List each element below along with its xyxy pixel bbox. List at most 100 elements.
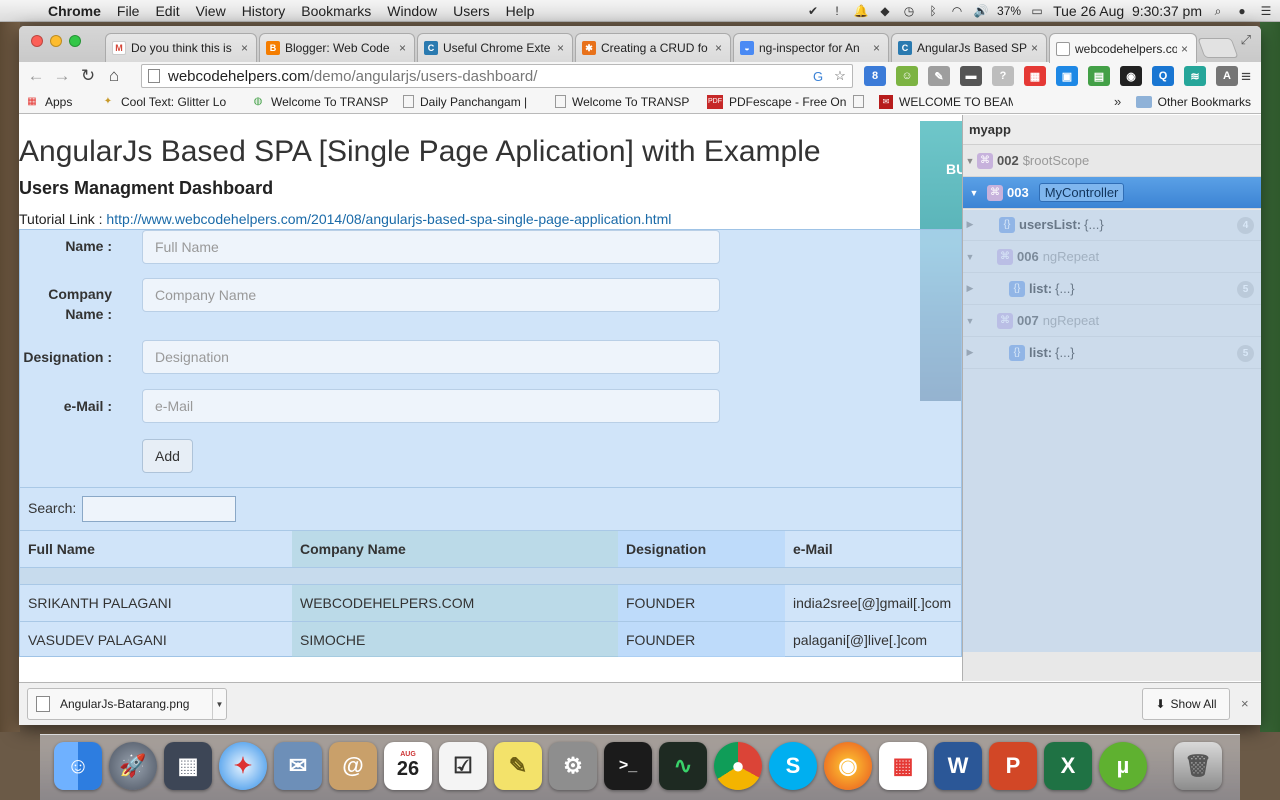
extension-green-icon[interactable]: ▤ (1088, 66, 1110, 86)
menu-app-name[interactable]: Chrome (40, 3, 109, 19)
search-input[interactable] (82, 496, 236, 522)
status-warning-icon[interactable]: ! (829, 3, 845, 19)
header-company-name[interactable]: Company Name (292, 531, 618, 567)
expand-triangle-icon[interactable]: ▼ (963, 316, 977, 326)
download-item[interactable]: AngularJs-Batarang.png ▼ (27, 688, 227, 720)
trash-icon[interactable]: 🗑 (1174, 742, 1222, 790)
utorrent-icon[interactable]: µ (1099, 742, 1147, 790)
bookmark-transp-1[interactable]: ◍ Welcome To TRANSP (245, 95, 397, 109)
header-email[interactable]: e-Mail (785, 531, 961, 567)
scope-property-list-1[interactable]: ▶ {} list: {...} 5 (963, 273, 1261, 305)
close-tab-icon[interactable]: × (1031, 41, 1038, 55)
extension-g-icon[interactable]: G (810, 68, 826, 84)
expand-triangle-icon[interactable]: ▼ (963, 156, 977, 166)
extension-q-icon[interactable]: Q (1152, 66, 1174, 86)
bookmark-panchangam[interactable]: Daily Panchangam | (397, 95, 549, 109)
menu-help[interactable]: Help (498, 3, 543, 19)
color-picker-icon[interactable]: ▦ (1024, 66, 1046, 86)
menu-edit[interactable]: Edit (147, 3, 187, 19)
dropbox-icon[interactable]: ◆ (877, 3, 893, 19)
table-row[interactable]: VASUDEV PALAGANI SIMOCHE FOUNDER palagan… (20, 621, 961, 657)
word-icon[interactable]: W (934, 742, 982, 790)
extension-frog-icon[interactable]: ☺ (896, 66, 918, 86)
notification-center-icon[interactable]: ☰ (1258, 3, 1274, 19)
menubar-clock[interactable]: Tue 26 Aug 9:30:37 pm (1053, 3, 1202, 19)
company-name-input[interactable]: Company Name (142, 278, 720, 312)
menu-view[interactable]: View (188, 3, 234, 19)
bookmark-apps[interactable]: ▦ Apps (19, 95, 95, 109)
notes-icon[interactable]: ✎ (494, 742, 542, 790)
bluetooth-icon[interactable]: ᛒ (925, 3, 941, 19)
tab-gmail[interactable]: M Do you think this is × (105, 33, 257, 62)
collapsed-triangle-icon[interactable]: ▶ (963, 347, 977, 358)
menu-history[interactable]: History (234, 3, 294, 19)
bookmarks-overflow-icon[interactable]: » (1114, 94, 1121, 109)
home-icon[interactable]: ⌂ (101, 66, 127, 86)
bookmark-pdfescape[interactable]: PDF PDFescape - Free On (701, 94, 847, 109)
show-all-downloads-button[interactable]: ⬇ Show All (1142, 688, 1230, 720)
finder-icon[interactable]: ☺ (54, 742, 102, 790)
bookmark-cooltext[interactable]: ✦ Cool Text: Glitter Lo (95, 95, 245, 109)
close-tab-icon[interactable]: × (715, 41, 722, 55)
tab-blogger[interactable]: B Blogger: Web Code × (259, 33, 415, 62)
full-name-input[interactable]: Full Name (142, 230, 720, 264)
reminders-icon[interactable]: ☑ (439, 742, 487, 790)
user-icon[interactable]: ● (1234, 3, 1250, 19)
scope-property-userslist[interactable]: ▶ {} usersList: {...} 4 (963, 209, 1261, 241)
firefox-icon[interactable]: ◉ (824, 742, 872, 790)
zoom-window-button[interactable] (69, 35, 81, 47)
bookmark-star-icon[interactable]: ☆ (832, 68, 848, 84)
address-bar[interactable]: webcodehelpers.com/demo/angularjs/users-… (141, 64, 853, 88)
scope-ngrepeat-007[interactable]: ▼ ⌘ 007 ngRepeat (963, 305, 1261, 337)
calendar-icon[interactable]: AUG 26 (384, 742, 432, 790)
mail-icon[interactable]: ✉ (274, 742, 322, 790)
powerpoint-icon[interactable]: P (989, 742, 1037, 790)
close-tab-icon[interactable]: × (873, 41, 880, 55)
contacts-icon[interactable]: @ (329, 742, 377, 790)
battery-percent[interactable]: 37% (997, 4, 1021, 18)
app-grid-icon[interactable]: ▦ (879, 742, 927, 790)
new-tab-button[interactable] (1197, 38, 1239, 58)
extension-wave-icon[interactable]: ≋ (1184, 66, 1206, 86)
activity-monitor-icon[interactable]: ∿ (659, 742, 707, 790)
collapsed-triangle-icon[interactable]: ▶ (963, 219, 977, 230)
tutorial-link[interactable]: http://www.webcodehelpers.com/2014/08/an… (106, 211, 671, 227)
tab-webcodehelpers-active[interactable]: webcodehelpers.co × (1049, 33, 1197, 63)
spotlight-search-icon[interactable]: ⌕ (1210, 3, 1226, 19)
bookmark-transp-2[interactable]: Welcome To TRANSP (549, 95, 701, 109)
eyedropper-icon[interactable]: ✎ (928, 66, 950, 86)
minimize-window-button[interactable] (50, 35, 62, 47)
header-full-name[interactable]: Full Name (20, 531, 292, 567)
other-bookmarks[interactable]: Other Bookmarks (1135, 90, 1251, 114)
ruler-icon[interactable]: ? (992, 66, 1014, 86)
collapsed-triangle-icon[interactable]: ▶ (963, 283, 977, 294)
safari-icon[interactable]: ✦ (219, 742, 267, 790)
expand-triangle-icon[interactable]: ▼ (967, 188, 981, 198)
close-tab-icon[interactable]: × (399, 41, 406, 55)
close-window-button[interactable] (31, 35, 43, 47)
reload-icon[interactable]: ↻ (75, 66, 101, 86)
expand-triangle-icon[interactable]: ▼ (963, 252, 977, 262)
notification-bell-icon[interactable]: 🔔 (853, 3, 869, 19)
scope-mycontroller[interactable]: ▼ ⌘ 003 MyController (963, 177, 1261, 209)
bookmark-blank[interactable] (847, 95, 873, 108)
add-user-button[interactable]: Add (142, 439, 193, 473)
menu-bookmarks[interactable]: Bookmarks (293, 3, 379, 19)
wifi-icon[interactable]: ◠ (949, 3, 965, 19)
tab-angularjs-spa[interactable]: C AngularJs Based SP × (891, 33, 1047, 62)
tab-crud[interactable]: ✱ Creating a CRUD fo × (575, 33, 731, 62)
battery-icon[interactable]: ▭ (1029, 3, 1045, 19)
chrome-menu-icon[interactable]: ≡ (1241, 67, 1251, 87)
angularjs-batarang-icon[interactable]: A (1216, 66, 1238, 86)
close-tab-icon[interactable]: × (557, 41, 564, 55)
scope-rootscope[interactable]: ▼ ⌘ 002 $rootScope (963, 145, 1261, 177)
close-tab-icon[interactable]: × (1181, 42, 1188, 56)
tab-ng-inspector[interactable]: ◒ ng-inspector for An × (733, 33, 889, 62)
volume-icon[interactable]: 🔊 (973, 3, 989, 19)
tab-chrome-extensions[interactable]: C Useful Chrome Exte × (417, 33, 573, 62)
forward-icon[interactable]: → (49, 66, 75, 86)
download-menu-icon[interactable]: ▼ (212, 689, 226, 719)
mission-control-icon[interactable]: ▦ (164, 742, 212, 790)
status-check-icon[interactable]: ✔ (805, 3, 821, 19)
skype-icon[interactable]: S (769, 742, 817, 790)
